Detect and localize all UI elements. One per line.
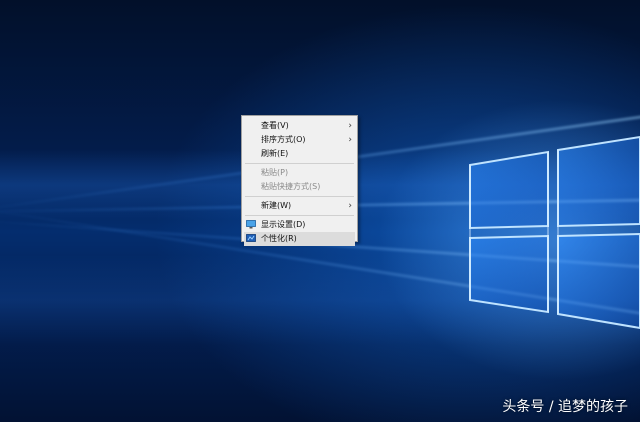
menu-item-label: 显示设置(D) xyxy=(261,220,306,229)
menu-separator xyxy=(245,196,354,197)
watermark: 头条号 / 追梦的孩子 xyxy=(502,399,628,415)
menu-item-sort-by[interactable]: 排序方式(O) › xyxy=(242,133,357,147)
personalize-icon xyxy=(246,234,256,242)
menu-item-label: 粘贴(P) xyxy=(261,168,289,177)
logo-pane-top-right xyxy=(557,135,640,228)
menu-item-label: 新建(W) xyxy=(261,201,292,210)
desktop-context-menu: 查看(V) › 排序方式(O) › 刷新(E) 粘贴(P) 粘贴快捷方式(S) … xyxy=(241,115,358,246)
menu-item-label: 个性化(R) xyxy=(261,234,297,243)
menu-item-new[interactable]: 新建(W) › xyxy=(242,199,357,213)
menu-separator xyxy=(245,215,354,216)
menu-item-label: 粘贴快捷方式(S) xyxy=(261,182,321,191)
logo-pane-bottom-left xyxy=(469,234,549,314)
logo-pane-bottom-right xyxy=(557,232,640,330)
menu-item-label: 排序方式(O) xyxy=(261,135,306,144)
menu-item-view[interactable]: 查看(V) › xyxy=(242,119,357,133)
menu-item-paste-shortcut: 粘贴快捷方式(S) xyxy=(242,180,357,194)
menu-item-display-settings[interactable]: 显示设置(D) xyxy=(242,218,357,232)
submenu-arrow-icon: › xyxy=(348,201,352,211)
logo-pane-top-left xyxy=(469,150,549,230)
menu-item-refresh[interactable]: 刷新(E) xyxy=(242,147,357,161)
menu-item-label: 刷新(E) xyxy=(261,149,289,158)
submenu-arrow-icon: › xyxy=(348,121,352,131)
menu-item-personalize[interactable]: 个性化(R) xyxy=(244,232,355,246)
submenu-arrow-icon: › xyxy=(348,135,352,145)
menu-item-paste: 粘贴(P) xyxy=(242,166,357,180)
display-settings-icon xyxy=(246,220,256,229)
menu-item-label: 查看(V) xyxy=(261,121,289,130)
menu-separator xyxy=(245,163,354,164)
